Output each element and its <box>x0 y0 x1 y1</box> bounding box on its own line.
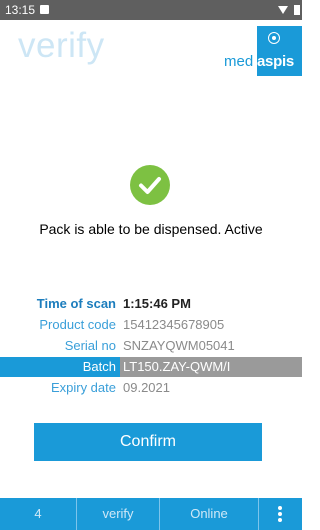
detail-value: LT150.ZAY-QWM/I <box>123 359 231 374</box>
wifi-icon <box>278 6 288 14</box>
connection-status[interactable]: Online <box>160 498 258 530</box>
detail-row-batch: Batch LT150.ZAY-QWM/I <box>0 357 302 377</box>
success-check-icon <box>130 165 170 205</box>
medaspis-logo: med aspis <box>210 26 302 76</box>
battery-icon <box>294 5 300 15</box>
detail-value: 1:15:46 PM <box>123 296 191 311</box>
detail-label: Serial no <box>64 338 116 353</box>
detail-row-time-of-scan: Time of scan 1:15:46 PM <box>0 294 302 314</box>
status-message: Pack is able to be dispensed. Active <box>39 221 263 237</box>
detail-label: Product code <box>39 317 116 332</box>
bottom-bar: 4 verify Online <box>0 498 302 530</box>
mode-tab-verify[interactable]: verify <box>77 498 159 530</box>
status-time: 13:15 <box>5 3 36 17</box>
detail-row-serial-no: Serial no SNZAYQWM05041 <box>0 336 302 356</box>
notification-icon <box>40 5 49 14</box>
logo-target-icon <box>268 32 280 44</box>
scan-count[interactable]: 4 <box>0 498 76 530</box>
confirm-button[interactable]: Confirm <box>34 423 262 461</box>
detail-value: 15412345678905 <box>123 317 225 332</box>
app-title: verify <box>18 26 105 65</box>
detail-label: Expiry date <box>50 380 116 395</box>
detail-value: SNZAYQWM05041 <box>123 338 235 353</box>
more-menu-icon[interactable] <box>259 498 302 530</box>
logo-text-aspis: aspis <box>257 53 294 70</box>
logo-text-med: med <box>224 53 254 70</box>
detail-row-product-code: Product code 15412345678905 <box>0 315 302 335</box>
detail-label: Batch <box>82 359 116 374</box>
detail-value: 09.2021 <box>123 380 170 395</box>
detail-label: Time of scan <box>36 296 116 311</box>
detail-row-expiry-date: Expiry date 09.2021 <box>0 378 302 398</box>
status-bar: 13:15 <box>0 0 302 20</box>
